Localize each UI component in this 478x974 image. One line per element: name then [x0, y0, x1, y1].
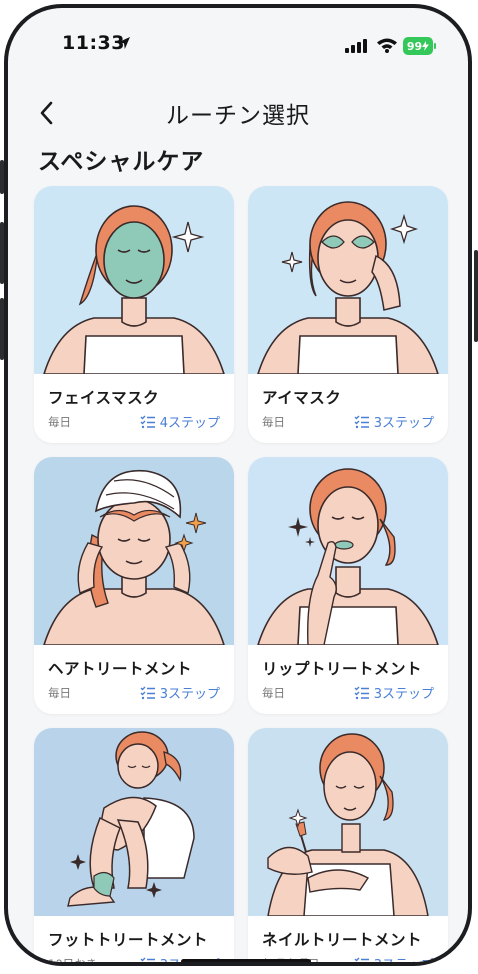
checklist-icon: [354, 686, 369, 699]
routine-name: フェイスマスク: [48, 389, 160, 407]
eye-mask-illustration: [248, 186, 448, 374]
routine-card-nail-treatment[interactable]: ネイルトリートメント 毎週土曜日 3ステップ: [248, 728, 448, 962]
mute-switch: [0, 160, 4, 194]
routine-name: ヘアトリートメント: [48, 660, 193, 678]
hair-treatment-illustration: [34, 457, 234, 645]
routine-card-face-mask[interactable]: フェイスマスク 毎日 4ステップ: [34, 186, 234, 443]
charging-bolt-icon: [422, 41, 430, 51]
nail-treatment-illustration: [248, 728, 448, 916]
power-button: [474, 250, 478, 342]
routine-card-lip-treatment[interactable]: リップトリートメント 毎日 3ステップ: [248, 457, 448, 714]
page-title: ルーチン選択: [166, 103, 310, 129]
lip-treatment-illustration: [248, 457, 448, 645]
home-indicator[interactable]: [181, 959, 311, 962]
volume-up-button: [0, 222, 4, 284]
wifi-icon: [377, 38, 397, 53]
routine-frequency: 10日おき: [48, 957, 98, 966]
routine-steps: 4ステップ: [140, 412, 220, 431]
cellular-signal-icon: [345, 39, 367, 53]
routine-name: ネイルトリートメント: [262, 931, 423, 949]
routine-frequency: 毎日: [262, 415, 285, 429]
volume-down-button: [0, 298, 4, 360]
routine-frequency: 毎日: [48, 415, 71, 429]
routine-frequency: 毎日: [48, 686, 71, 700]
checklist-icon: [354, 415, 369, 428]
routine-steps: 3ステップ: [354, 412, 434, 431]
routine-frequency: 毎日: [262, 686, 285, 700]
phone-frame: 11:33 99 ルーチン選択 スペシャルケア フェイスマスク 毎日 4ステップ…: [4, 4, 472, 966]
routine-steps: 3ステップ: [354, 954, 434, 962]
routine-name: アイマスク: [262, 389, 342, 407]
section-title: スペシャルケア: [38, 149, 205, 175]
foot-treatment-illustration: [34, 728, 234, 916]
face-mask-illustration: [34, 186, 234, 374]
routine-card-eye-mask[interactable]: アイマスク 毎日 3ステップ: [248, 186, 448, 443]
battery-level: 99: [406, 39, 423, 53]
battery-indicator: 99: [403, 37, 433, 55]
checklist-icon: [140, 957, 155, 961]
routine-card-hair-treatment[interactable]: ヘアトリートメント 毎日 3ステップ: [34, 457, 234, 714]
battery-cap: [434, 43, 436, 49]
routine-card-foot-treatment[interactable]: フットトリートメント 10日おき 3ステップ: [34, 728, 234, 966]
status-bar: 11:33 99: [8, 8, 468, 78]
checklist-icon: [140, 415, 155, 428]
routine-steps: 3ステップ: [354, 683, 434, 702]
routine-name: フットトリートメント: [48, 931, 209, 949]
checklist-icon: [140, 686, 155, 699]
location-arrow-icon: [118, 37, 130, 49]
routine-name: リップトリートメント: [262, 660, 423, 678]
routine-steps: 3ステップ: [140, 683, 220, 702]
checklist-icon: [354, 957, 369, 961]
